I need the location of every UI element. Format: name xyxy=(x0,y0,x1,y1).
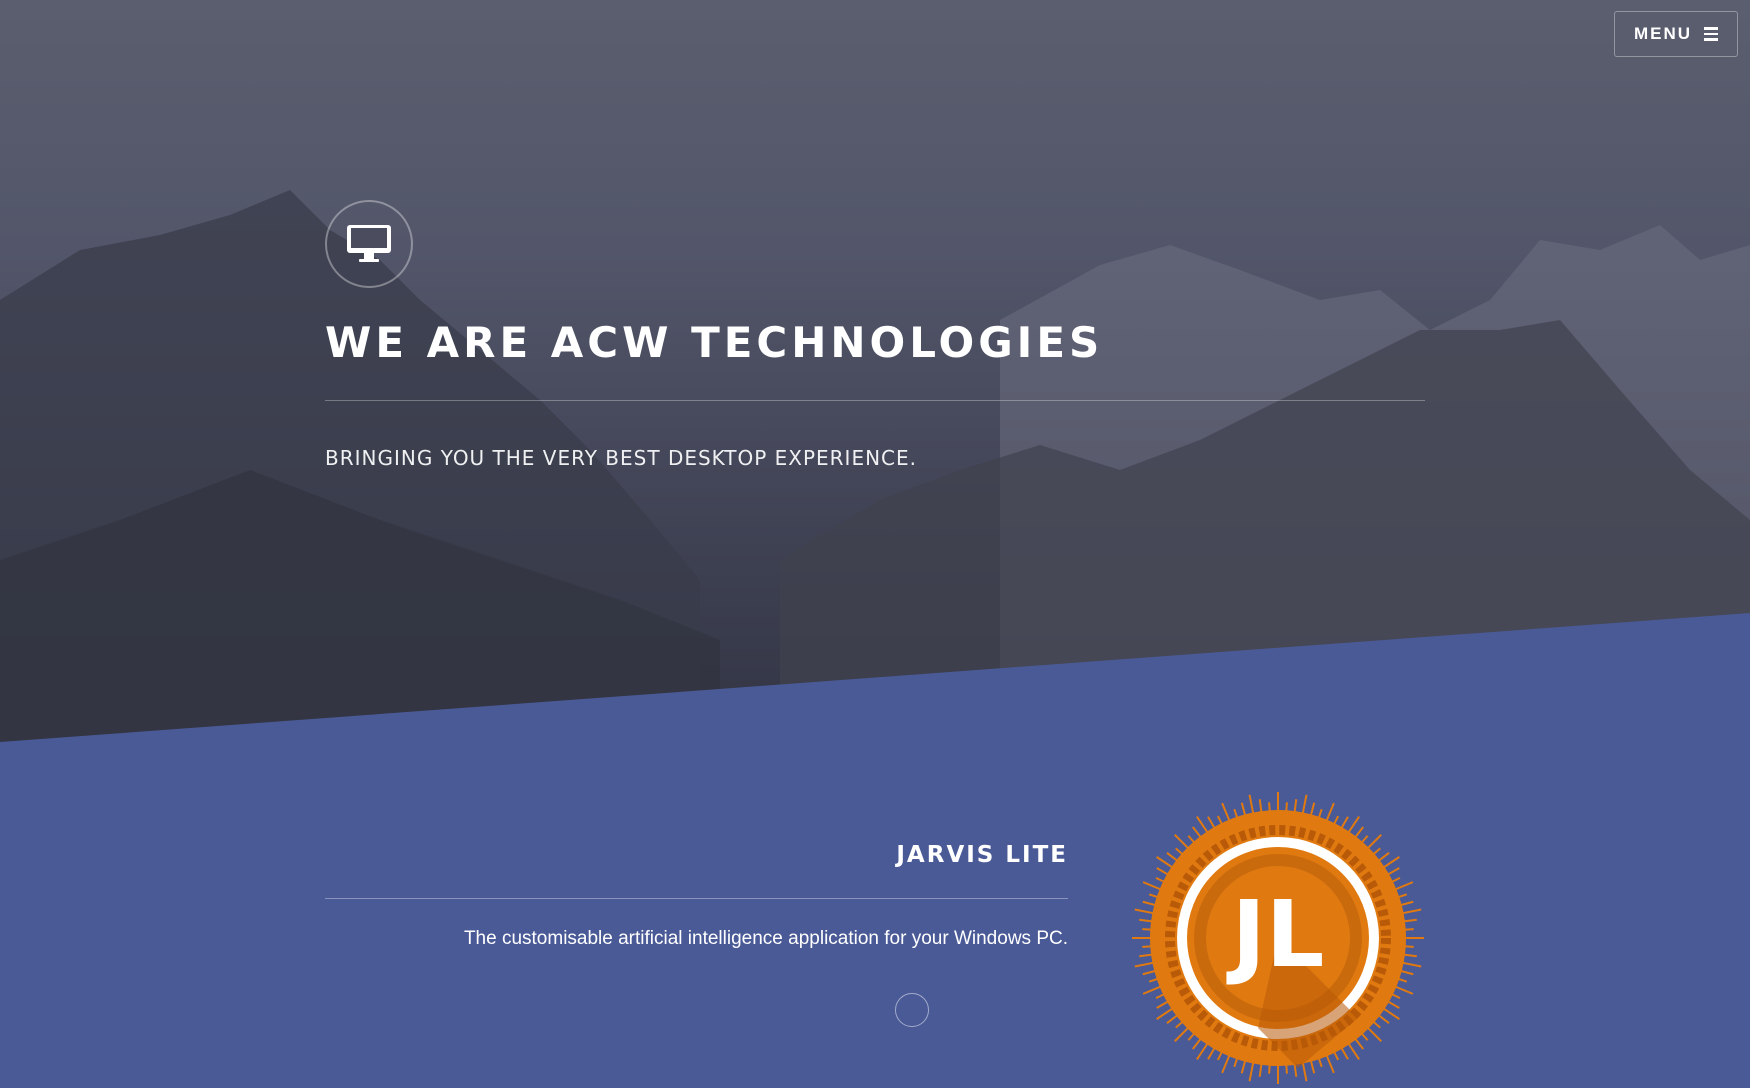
desktop-monitor-icon xyxy=(325,200,413,288)
hero-subtitle: BRINGING YOU THE VERY BEST DESKTOP EXPER… xyxy=(325,446,917,470)
logo-ray xyxy=(1156,867,1170,876)
logo-ray xyxy=(1139,918,1154,923)
logo-text: JL xyxy=(1226,881,1325,988)
hero-section xyxy=(0,0,1750,1000)
logo-ray xyxy=(1401,961,1422,968)
logo-ray xyxy=(1166,851,1179,863)
logo-ray xyxy=(1377,851,1390,863)
hero-divider xyxy=(325,400,1425,401)
jarvis-lite-logo: JL xyxy=(1132,792,1424,1084)
logo-ray xyxy=(1366,834,1382,850)
logo-ray xyxy=(1402,918,1417,923)
logo-ray xyxy=(1196,816,1209,834)
logo-ray xyxy=(1207,816,1216,830)
product-title: JARVIS LITE xyxy=(896,842,1068,868)
logo-ray xyxy=(1174,1026,1190,1042)
logo-ray xyxy=(1139,953,1154,958)
logo-ray xyxy=(1401,908,1422,915)
product-description: The customisable artificial intelligence… xyxy=(463,928,1068,949)
logo-ray xyxy=(1301,794,1308,815)
logo-ray xyxy=(1166,1013,1179,1025)
logo-ray xyxy=(1309,802,1316,817)
logo-ray xyxy=(1340,816,1349,830)
logo-ray xyxy=(1240,1059,1247,1074)
logo-ray xyxy=(1386,1000,1400,1009)
logo-ray xyxy=(1399,969,1414,976)
logo-ray xyxy=(1248,1061,1255,1082)
logo-ray xyxy=(1142,881,1162,891)
logo-ray xyxy=(1258,1062,1263,1077)
logo-ray xyxy=(1382,1007,1400,1020)
logo-ray xyxy=(1258,799,1263,814)
logo-ray xyxy=(1207,1046,1216,1060)
logo-ray xyxy=(1325,802,1335,822)
logo-ray xyxy=(1156,1007,1174,1020)
logo-ray xyxy=(1394,985,1414,995)
logo-ray xyxy=(1366,1026,1382,1042)
logo-ray xyxy=(1386,867,1400,876)
logo-ray xyxy=(1142,985,1162,995)
menu-button-label: MENU xyxy=(1633,24,1693,43)
logo-ray xyxy=(1156,1000,1170,1009)
logo-ray xyxy=(1248,794,1255,815)
logo-ray xyxy=(1221,1054,1231,1074)
logo-ray xyxy=(1134,961,1155,968)
logo-ray xyxy=(1394,881,1414,891)
logo-ray xyxy=(1134,908,1155,915)
logo-ray xyxy=(1221,802,1231,822)
logo-ray xyxy=(1301,1061,1308,1082)
hamburger-icon xyxy=(1704,27,1719,41)
logo-ray xyxy=(1293,799,1298,814)
logo-ray xyxy=(1174,834,1190,850)
logo-ray xyxy=(1353,1037,1365,1050)
product-divider xyxy=(325,898,1068,899)
logo-ray xyxy=(1340,1046,1349,1060)
logo-ray xyxy=(1347,816,1360,834)
logo-ray xyxy=(1240,802,1247,817)
logo-ray xyxy=(1142,900,1157,907)
logo-ray xyxy=(1156,856,1174,869)
hero-title: WE ARE ACW TECHNOLOGIES xyxy=(325,318,1104,367)
logo-ray xyxy=(1191,826,1203,839)
scroll-down-button[interactable] xyxy=(895,993,929,1027)
logo-ray xyxy=(1347,1042,1360,1060)
menu-button[interactable]: MENU xyxy=(1614,11,1738,57)
logo-ray xyxy=(1353,826,1365,839)
logo-ray xyxy=(1377,1013,1390,1025)
logo-ray xyxy=(1309,1059,1316,1074)
logo-ray xyxy=(1325,1054,1335,1074)
logo-ray xyxy=(1191,1037,1203,1050)
logo-ray xyxy=(1382,856,1400,869)
logo-ray xyxy=(1142,969,1157,976)
logo-ray xyxy=(1402,953,1417,958)
diagonal-section-divider xyxy=(0,613,1750,1000)
logo-ray xyxy=(1399,900,1414,907)
logo-ray xyxy=(1196,1042,1209,1060)
